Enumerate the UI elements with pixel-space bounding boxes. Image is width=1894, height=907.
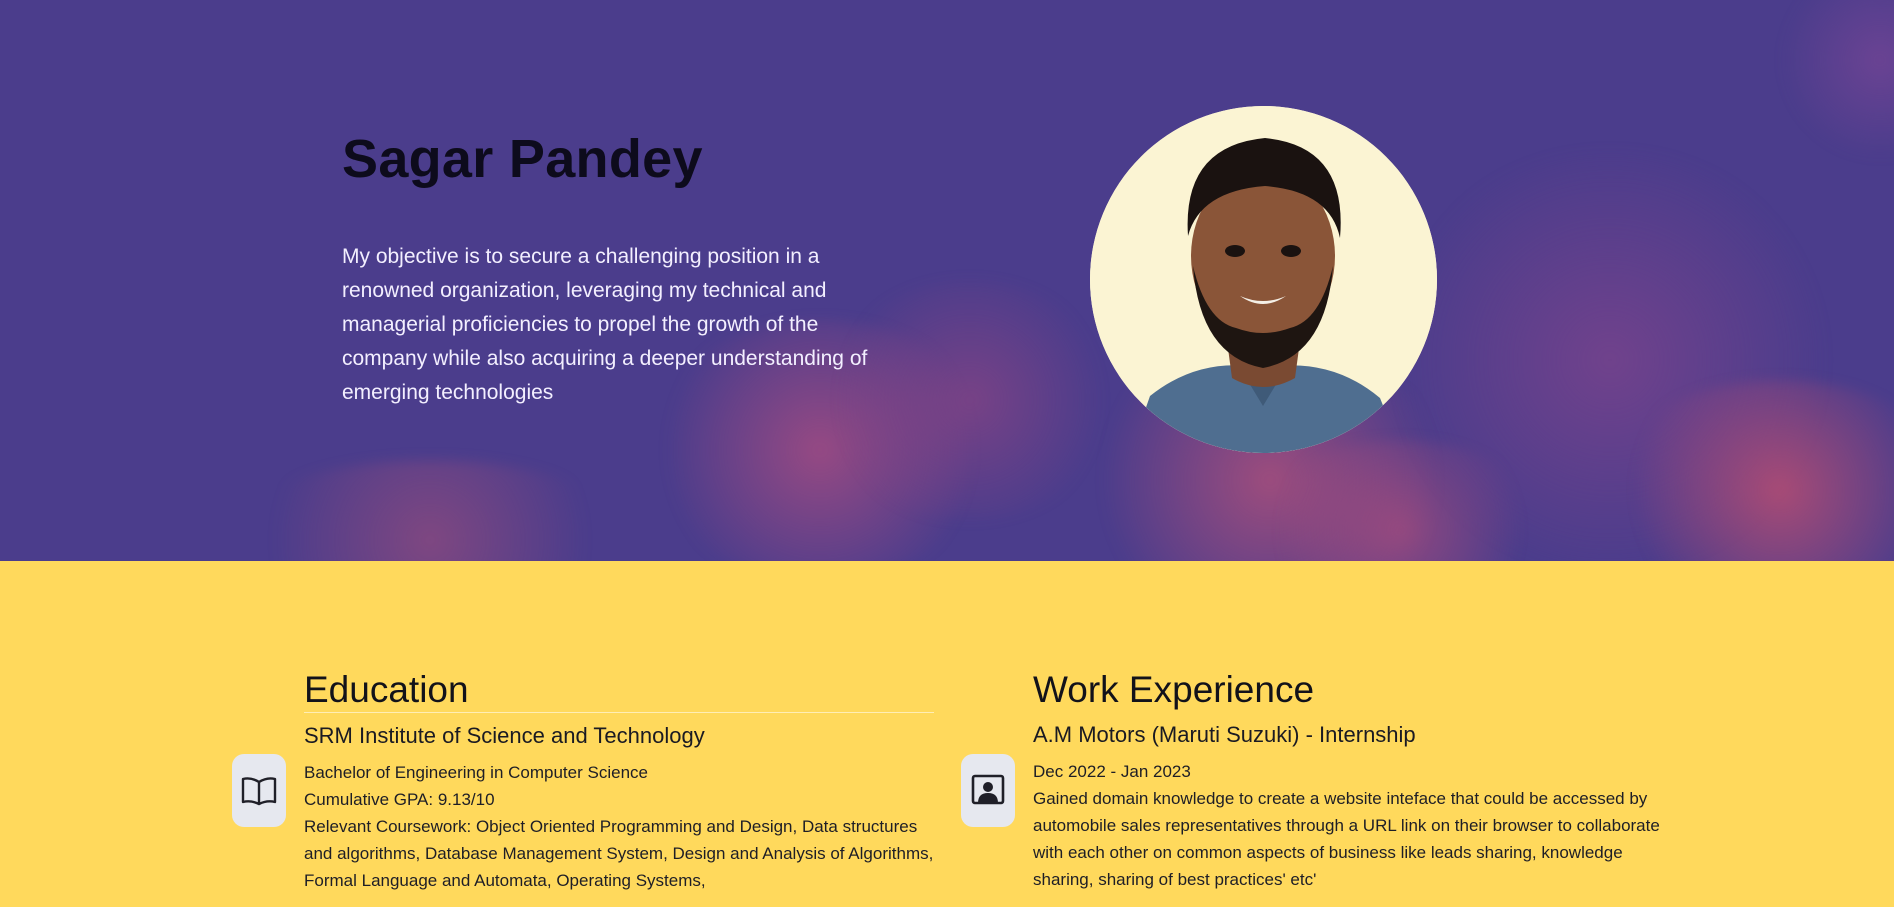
education-title: Education [304, 669, 469, 710]
education-gpa: Cumulative GPA: 9.13/10 [304, 790, 495, 809]
education-institution: SRM Institute of Science and Technology [304, 723, 705, 748]
presenter-icon [961, 754, 1015, 827]
education-details: Bachelor of Engineering in Computer Scie… [304, 759, 944, 894]
divider [304, 712, 934, 713]
work-company: A.M Motors (Maruti Suzuki) - Internship [1033, 722, 1416, 747]
details-section: Education SRM Institute of Science and T… [0, 561, 1894, 907]
objective-text: My objective is to secure a challenging … [342, 245, 868, 404]
work-details: Dec 2022 - Jan 2023 Gained domain knowle… [1033, 758, 1673, 893]
education-degree: Bachelor of Engineering in Computer Scie… [304, 763, 648, 782]
education-coursework: Relevant Coursework: Object Oriented Pro… [304, 817, 934, 890]
hero-section: Sagar Pandey My objective is to secure a… [0, 0, 1894, 561]
cloud-decoration [1780, 0, 1894, 160]
book-icon [232, 754, 286, 827]
profile-photo [1090, 106, 1437, 453]
work-description: Gained domain knowledge to create a webs… [1033, 789, 1660, 889]
work-dates: Dec 2022 - Jan 2023 [1033, 762, 1191, 781]
work-experience-title: Work Experience [1033, 669, 1315, 710]
profile-name: Sagar Pandey [342, 129, 703, 189]
cloud-decoration [220, 460, 640, 561]
